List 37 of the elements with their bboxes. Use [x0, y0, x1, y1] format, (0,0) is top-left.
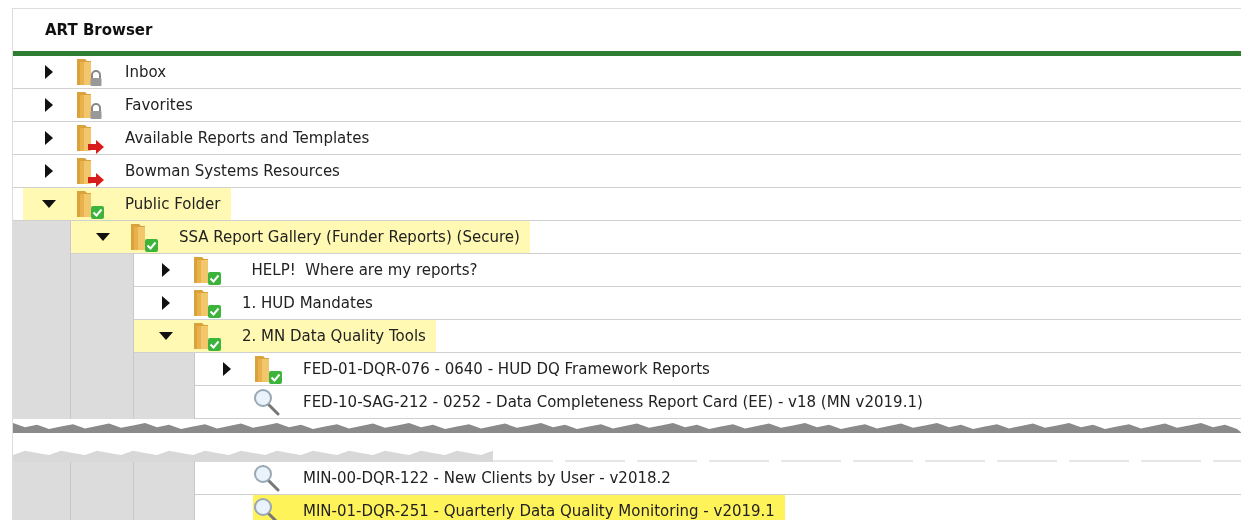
caret-right-icon[interactable] [162, 296, 170, 310]
magnifier-icon [253, 388, 281, 416]
folder-item[interactable]: 2. MN Data Quality Tools [134, 320, 436, 352]
caret-down-icon[interactable] [42, 200, 56, 208]
folder-item[interactable]: SSA Report Gallery (Funder Reports) (Secure) [71, 221, 530, 253]
folder-lock-icon [75, 56, 105, 88]
folder-item[interactable]: HELP! Where are my reports? [134, 254, 488, 286]
folder-item[interactable]: Available Reports and Templates [23, 122, 380, 154]
folder-item[interactable]: Inbox [23, 56, 177, 88]
caret-right-icon[interactable] [223, 362, 231, 376]
panel-title: ART Browser [45, 21, 153, 39]
folder-item[interactable]: 1. HUD Mandates [134, 287, 383, 319]
caret-right-icon[interactable] [45, 164, 53, 178]
folder-check-icon [192, 320, 222, 352]
folder-arrow-icon [75, 155, 105, 187]
folder-check-icon [192, 254, 222, 286]
folder-check-icon [75, 188, 105, 220]
folder-item[interactable]: Favorites [23, 89, 203, 121]
folder-check-icon [192, 287, 222, 319]
folder-check-icon [129, 221, 159, 253]
folder-item[interactable]: Public Folder [23, 188, 231, 220]
caret-right-icon[interactable] [45, 98, 53, 112]
magnifier-icon [253, 464, 281, 492]
folder-lock-icon [75, 89, 105, 121]
caret-right-icon[interactable] [45, 65, 53, 79]
report-item[interactable]: MIN-01-DQR-251 - Quarterly Data Quality Monitoring - v2019.1 [253, 495, 785, 520]
caret-down-icon[interactable] [159, 332, 173, 340]
caret-right-icon[interactable] [162, 263, 170, 277]
folder-item[interactable]: FED-01-DQR-076 - 0640 - HUD DQ Framework Reports [195, 353, 720, 385]
folder-arrow-icon [75, 122, 105, 154]
report-item[interactable]: MIN-00-DQR-122 - New Clients by User - v2018.2 [253, 462, 681, 494]
indent-column [71, 386, 134, 419]
report-item[interactable]: FED-10-SAG-212 - 0252 - Data Completeness Report Card (EE) - v18 (MN v2019.1) [253, 386, 933, 418]
caret-down-icon[interactable] [96, 233, 110, 241]
folder-check-icon [253, 353, 283, 385]
caret-right-icon[interactable] [45, 131, 53, 145]
folder-item[interactable]: Bowman Systems Resources [23, 155, 350, 187]
